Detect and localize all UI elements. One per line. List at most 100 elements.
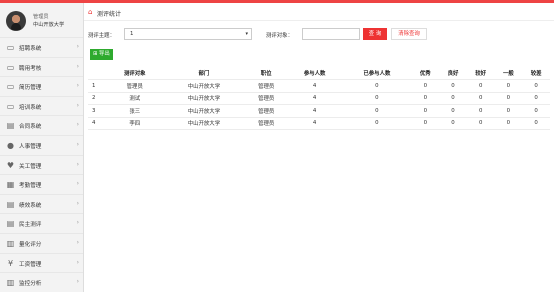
sidebar-item[interactable]: ▥ 量化评分 › (0, 232, 83, 253)
table-cell: 2 (88, 92, 108, 105)
sidebar-item[interactable]: ♥ 关工管理 › (0, 154, 83, 175)
sidebar-item-label: 聘用考核 (19, 65, 42, 72)
sidebar-item[interactable]: ▤ 合同系统 › (0, 115, 83, 135)
home-icon[interactable]: ⌂ (88, 9, 92, 16)
table-cell: 李四 (107, 117, 163, 130)
clear-query-button[interactable]: 清除查询 (391, 28, 427, 40)
sidebar-item[interactable]: ▤ 民主测评 › (0, 213, 83, 233)
table-cell: 0 (494, 92, 523, 105)
table-row[interactable]: 1 管理员 中山开放大学 管理员 4 0 0 0 0 0 0 (88, 79, 550, 93)
table-cell: 管理员 (245, 117, 287, 130)
export-label: 导出 (99, 51, 110, 57)
chevron-right-icon: › (76, 82, 79, 90)
sidebar-item-label: 考勤管理 (19, 183, 42, 190)
subject-label: 测评主题： (88, 33, 115, 39)
table-cell: 0 (494, 117, 523, 130)
user-profile: 管理员 中山开放大学 (0, 3, 83, 37)
sidebar-item-label: 简历管理 (19, 85, 42, 92)
target-input[interactable] (302, 28, 360, 40)
chevron-down-icon: ▾ (245, 31, 248, 37)
column-header: 职位 (245, 67, 287, 80)
calendar-icon: ▦ (6, 180, 15, 190)
table-cell: 0 (494, 104, 523, 118)
table-row[interactable]: 2 测试 中山开放大学 管理员 4 0 0 0 0 0 0 (88, 92, 550, 105)
chevron-right-icon: › (76, 238, 79, 246)
laptop-icon: ▭ (6, 43, 15, 52)
sidebar-item[interactable]: ▭ 培训系统 › (0, 95, 83, 116)
column-header: 已参与人数 (342, 67, 412, 80)
laptop-icon: ▭ (6, 101, 15, 111)
chevron-right-icon: › (76, 180, 79, 188)
subject-select-value: 1 (130, 31, 134, 37)
table-cell: 0 (411, 92, 440, 105)
sidebar-menu: ▭ 招聘系统 › ▭ 聘用考核 › ▭ 简历管理 › ▭ 培训系统 › ▤ 合同系统 › ● 人事管理 › ♥ 关工管… (0, 37, 83, 292)
table-cell: 0 (522, 117, 550, 130)
sidebar-item-label: 关工管理 (19, 163, 42, 170)
column-header: 优秀 (411, 67, 440, 80)
table-cell: 0 (342, 104, 412, 118)
chevron-right-icon: › (76, 101, 79, 109)
sidebar-item[interactable]: ▭ 简历管理 › (0, 76, 83, 96)
avatar[interactable] (6, 11, 26, 31)
sidebar-item-label: 量化评分 (19, 241, 42, 248)
sidebar-item[interactable]: ● 人事管理 › (0, 134, 83, 155)
table-cell: 0 (522, 104, 550, 118)
sidebar-item[interactable]: ▭ 招聘系统 › (0, 37, 83, 57)
table-cell: 4 (88, 117, 108, 130)
heart-icon: ♥ (6, 160, 15, 170)
sidebar: 管理员 中山开放大学 ▭ 招聘系统 › ▭ 聘用考核 › ▭ 简历管理 › ▭ 培训系统 › ▤ 合同系统… (0, 3, 84, 292)
table-cell: 0 (522, 92, 550, 105)
column-header: 一般 (494, 67, 523, 80)
table-row[interactable]: 4 李四 中山开放大学 管理员 4 0 0 0 0 0 0 (88, 117, 550, 130)
column-header: 较差 (522, 67, 550, 80)
table-cell: 3 (88, 104, 108, 118)
laptop-icon: ▭ (6, 82, 15, 92)
chevron-right-icon: › (76, 278, 79, 286)
user-org: 中山开放大学 (33, 22, 65, 28)
sidebar-item[interactable]: ¥ 工资管理 › (0, 252, 83, 273)
table-cell: 0 (466, 79, 495, 93)
table-row[interactable]: 3 张三 中山开放大学 管理员 4 0 0 0 0 0 0 (88, 104, 550, 118)
table-cell: 4 (286, 117, 343, 130)
table-cell: 4 (286, 104, 343, 118)
column-header: 部门 (162, 67, 246, 80)
person-icon: ● (7, 140, 14, 150)
table-cell: 0 (439, 79, 467, 93)
sidebar-item[interactable]: ▭ 聘用考核 › (0, 56, 83, 77)
table-cell: 中山开放大学 (162, 117, 246, 130)
column-header: 测评对象 (107, 67, 163, 80)
column-header: 良好 (439, 67, 467, 80)
chevron-right-icon: › (76, 43, 79, 50)
filter-bar: 测评主题： 1 ▾ 测评对象： 查 询 清除查询 (84, 25, 554, 43)
sidebar-item[interactable]: ▦ 考勤管理 › (0, 174, 83, 194)
table-cell: 张三 (107, 104, 163, 118)
table-cell: 0 (466, 104, 495, 118)
yen-icon: ¥ (7, 258, 14, 268)
sidebar-item-label: 合同系统 (19, 124, 42, 131)
breadcrumb: ⌂ 测评统计 (84, 3, 554, 21)
chevron-right-icon: › (76, 62, 79, 70)
laptop-icon: ▭ (6, 62, 15, 72)
sidebar-item[interactable]: ▤ 绩效系统 › (0, 193, 83, 214)
table-cell: 0 (439, 117, 467, 130)
table-cell: 0 (439, 104, 467, 118)
table-cell: 管理员 (107, 79, 163, 93)
query-button[interactable]: 查 询 (363, 28, 387, 40)
table-cell: 1 (88, 79, 108, 93)
table-cell: 0 (494, 79, 523, 93)
bar-chart-icon: ▥ (6, 238, 15, 248)
main-content: ⌂ 测评统计 测评主题： 1 ▾ 测评对象： 查 询 清除查询 ⊞导出 测评对象… (84, 3, 554, 292)
table-cell: 0 (466, 117, 495, 130)
chevron-right-icon: › (76, 160, 79, 168)
sidebar-item[interactable]: ▥ 监控分析 › (0, 272, 83, 292)
export-button[interactable]: ⊞导出 (90, 49, 113, 60)
table-cell: 0 (522, 79, 550, 93)
document-icon: ▤ (6, 199, 15, 209)
chevron-right-icon: › (76, 140, 79, 148)
stats-table: 测评对象 部门 职位 参与人数 已参与人数 优秀 良好 较好 一般 较差 1 管理员 中山开放大学 管理… (88, 67, 550, 130)
table-cell: 0 (411, 79, 440, 93)
table-body: 1 管理员 中山开放大学 管理员 4 0 0 0 0 0 0 2 测试 中山开放大学 管理员 4 0 0 0 0 0 0 3… (88, 79, 550, 130)
subject-select[interactable]: 1 ▾ (124, 28, 252, 40)
sidebar-item-label: 人事管理 (19, 143, 42, 150)
column-header: 参与人数 (286, 67, 343, 80)
